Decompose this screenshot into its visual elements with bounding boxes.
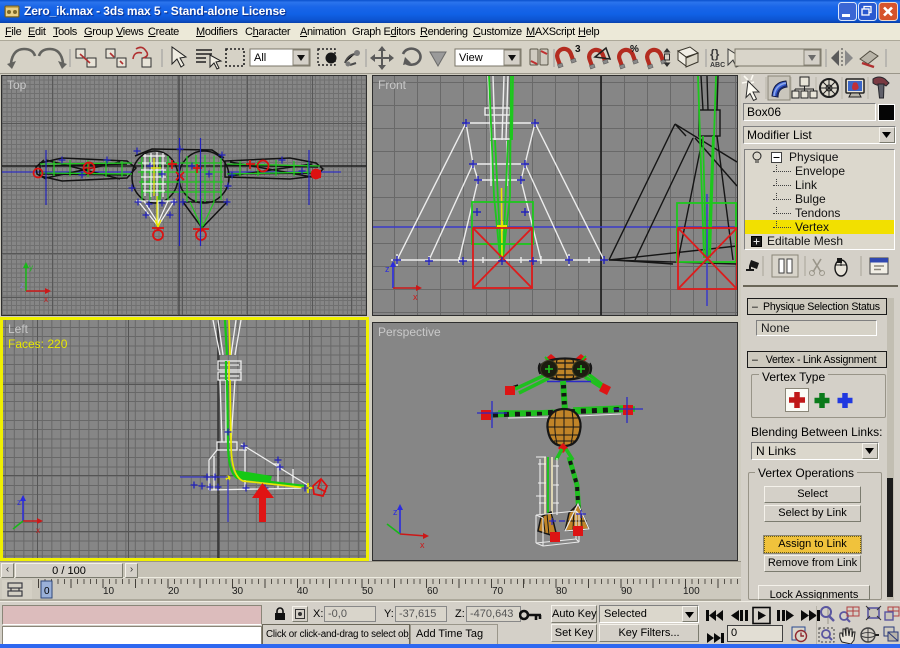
svg-text:100: 100 xyxy=(683,586,700,597)
svg-text:50: 50 xyxy=(362,586,374,597)
svg-text:{}: {} xyxy=(710,47,720,61)
svg-text:x: x xyxy=(420,540,425,550)
svg-text:90: 90 xyxy=(621,586,633,597)
svg-text:z: z xyxy=(393,507,398,517)
svg-text:80: 80 xyxy=(556,586,568,597)
svg-text:y: y xyxy=(29,263,33,272)
svg-text:60: 60 xyxy=(427,586,439,597)
svg-text:All: All xyxy=(254,52,266,64)
svg-text:40: 40 xyxy=(297,586,309,597)
svg-text:70: 70 xyxy=(492,586,504,597)
svg-text:10: 10 xyxy=(103,586,115,597)
svg-text:z: z xyxy=(20,281,24,290)
svg-text:View: View xyxy=(459,52,483,64)
svg-text:ABC: ABC xyxy=(710,62,725,69)
svg-text:20: 20 xyxy=(168,586,180,597)
svg-text:3: 3 xyxy=(575,44,581,55)
svg-text:x: x xyxy=(413,292,418,302)
svg-text:0: 0 xyxy=(44,586,50,597)
svg-text:z: z xyxy=(17,498,21,507)
svg-text:z: z xyxy=(385,264,390,274)
svg-text:x: x xyxy=(44,295,48,304)
svg-text:x: x xyxy=(36,526,40,535)
svg-text:%: % xyxy=(630,44,639,55)
svg-text:30: 30 xyxy=(232,586,244,597)
